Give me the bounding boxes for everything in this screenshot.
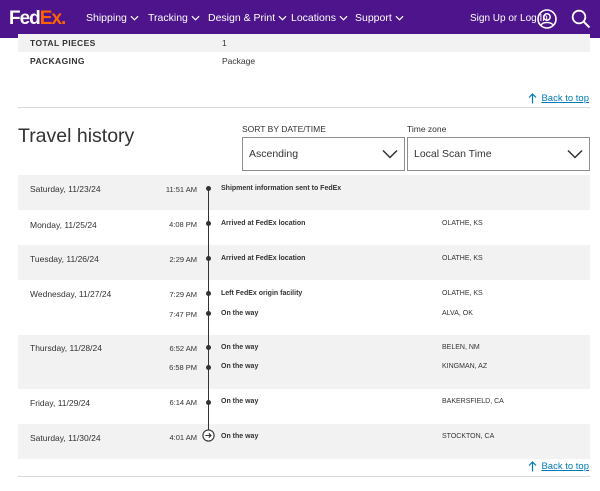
travel-history-timeline: Saturday, 11/23/24 11:51 AM Shipment inf… bbox=[18, 175, 590, 459]
arrow-up-icon bbox=[529, 461, 537, 472]
event-description: Left FedEx origin facility bbox=[221, 290, 303, 297]
day-row: Tuesday, 11/26/24 2:29 AM Arrived at Fed… bbox=[18, 245, 590, 280]
timezone-select-value: Local Scan Time bbox=[414, 148, 492, 160]
chevron-down-icon bbox=[339, 15, 348, 21]
nav-support[interactable]: Support bbox=[355, 12, 404, 24]
package-row-packaging: PACKAGING Package bbox=[18, 52, 590, 70]
day-date: Saturday, 11/30/24 bbox=[30, 433, 101, 443]
section-divider bbox=[18, 476, 590, 477]
event-location: OLATHE, KS bbox=[442, 290, 483, 297]
timeline-dot bbox=[206, 311, 211, 316]
timeline-dot bbox=[206, 365, 211, 370]
event-location: OLATHE, KS bbox=[442, 255, 483, 262]
page: FedEx. Shipping Tracking Design & Print … bbox=[0, 0, 600, 491]
event-description: Arrived at FedEx location bbox=[221, 255, 306, 262]
event-time: 2:29 AM bbox=[169, 255, 197, 264]
fedex-logo[interactable]: FedEx. bbox=[9, 8, 66, 30]
back-to-top-label: Back to top bbox=[541, 93, 589, 104]
event-time: 6:58 PM bbox=[169, 363, 197, 372]
day-date: Wednesday, 11/27/24 bbox=[30, 289, 112, 299]
chevron-down-icon bbox=[395, 15, 404, 21]
package-row-label: PACKAGING bbox=[30, 56, 85, 66]
day-row: Monday, 11/25/24 4:08 PM Arrived at FedE… bbox=[18, 210, 590, 245]
nav-label: Locations bbox=[291, 12, 336, 24]
day-date: Thursday, 11/28/24 bbox=[30, 343, 102, 353]
day-row: Saturday, 11/23/24 11:51 AM Shipment inf… bbox=[18, 175, 590, 210]
timeline-dot bbox=[206, 186, 211, 191]
timezone-label: Time zone bbox=[407, 124, 447, 134]
timeline-dot bbox=[206, 221, 211, 226]
event-location: ALVA, OK bbox=[442, 310, 473, 317]
nav-label: Shipping bbox=[86, 12, 127, 24]
event-location: KINGMAN, AZ bbox=[442, 363, 488, 370]
back-to-top-label: Back to top bbox=[541, 461, 589, 472]
event-time: 11:51 AM bbox=[165, 185, 197, 194]
nav-design-print[interactable]: Design & Print bbox=[208, 12, 287, 24]
event-time: 6:52 AM bbox=[169, 344, 197, 353]
day-row: Friday, 11/29/24 6:14 AM On the way BAKE… bbox=[18, 389, 590, 424]
event-description: On the way bbox=[221, 433, 259, 440]
section-divider bbox=[18, 107, 590, 108]
chevron-down-icon bbox=[278, 15, 287, 21]
event-description: On the way bbox=[221, 344, 259, 351]
sort-select[interactable]: Ascending bbox=[242, 137, 405, 171]
nav-label: Design & Print bbox=[208, 12, 276, 24]
timeline-dot bbox=[206, 345, 211, 350]
event-time: 7:29 AM bbox=[169, 290, 197, 299]
package-row-label: TOTAL PIECES bbox=[30, 38, 96, 48]
event-time: 6:14 AM bbox=[169, 398, 197, 407]
day-row: Saturday, 11/30/24 4:01 AM On the way ST… bbox=[18, 424, 590, 459]
event-description: On the way bbox=[221, 310, 259, 317]
chevron-down-icon bbox=[191, 15, 200, 21]
back-to-top-link[interactable]: Back to top bbox=[528, 93, 589, 104]
arrow-up-icon bbox=[529, 93, 537, 104]
sort-select-value: Ascending bbox=[249, 148, 299, 160]
timeline-dot bbox=[206, 256, 211, 261]
event-description: On the way bbox=[221, 398, 259, 405]
day-date: Monday, 11/25/24 bbox=[30, 220, 97, 230]
nav-tracking[interactable]: Tracking bbox=[148, 12, 200, 24]
package-row-total-pieces: TOTAL PIECES 1 bbox=[18, 34, 590, 52]
package-row-value: Package bbox=[222, 56, 256, 66]
day-date: Saturday, 11/23/24 bbox=[30, 184, 101, 194]
day-date: Friday, 11/29/24 bbox=[30, 398, 91, 408]
nav-locations[interactable]: Locations bbox=[291, 12, 348, 24]
chevron-down-icon bbox=[567, 149, 583, 159]
event-description: On the way bbox=[221, 363, 259, 370]
day-row: Wednesday, 11/27/24 7:29 AM Left FedEx o… bbox=[18, 280, 590, 335]
travel-history-title: Travel history bbox=[18, 125, 135, 147]
event-location: BAKERSFIELD, CA bbox=[442, 398, 504, 405]
day-date: Tuesday, 11/26/24 bbox=[30, 254, 99, 264]
user-circle-icon[interactable] bbox=[537, 9, 557, 29]
chevron-down-icon bbox=[130, 15, 139, 21]
event-location: OLATHE, KS bbox=[442, 220, 483, 227]
search-icon[interactable] bbox=[571, 9, 591, 29]
sort-label: SORT BY DATE/TIME bbox=[242, 124, 326, 134]
top-navigation-bar: FedEx. Shipping Tracking Design & Print … bbox=[0, 0, 600, 38]
nav-label: Support bbox=[355, 12, 392, 24]
event-time: 7:47 PM bbox=[169, 310, 197, 319]
event-description: Shipment information sent to FedEx bbox=[221, 185, 342, 192]
event-time: 4:01 AM bbox=[169, 433, 197, 442]
timeline-dot bbox=[206, 400, 211, 405]
nav-shipping[interactable]: Shipping bbox=[86, 12, 139, 24]
chevron-down-icon bbox=[382, 149, 398, 159]
package-row-value: 1 bbox=[222, 38, 227, 48]
event-location: STOCKTON, CA bbox=[442, 433, 495, 440]
event-location: BELEN, NM bbox=[442, 344, 480, 351]
event-description: Arrived at FedEx location bbox=[221, 220, 306, 227]
arrow-right-circle-icon bbox=[202, 429, 215, 442]
day-row: Thursday, 11/28/24 6:52 AM On the way BE… bbox=[18, 335, 590, 389]
event-time: 4:08 PM bbox=[169, 220, 197, 229]
back-to-top-link[interactable]: Back to top bbox=[528, 461, 589, 472]
timezone-select[interactable]: Local Scan Time bbox=[407, 137, 590, 171]
timeline-dot bbox=[206, 291, 211, 296]
nav-label: Tracking bbox=[148, 12, 188, 24]
